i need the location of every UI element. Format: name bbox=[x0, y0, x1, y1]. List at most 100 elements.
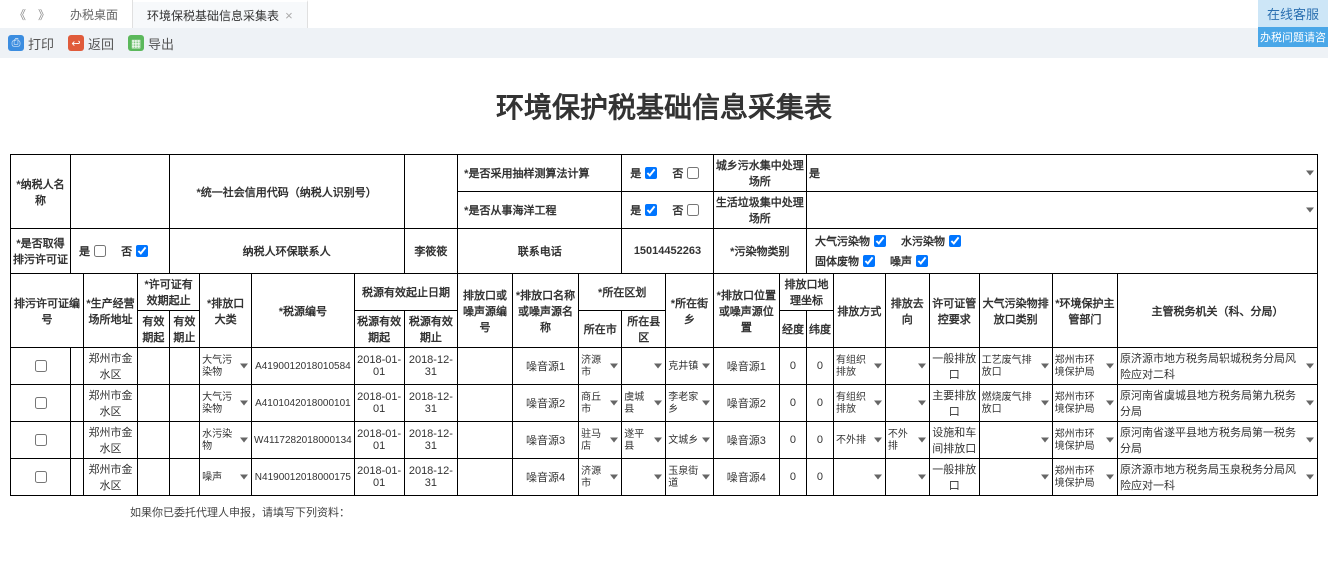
chk-ocean-yes[interactable] bbox=[645, 204, 657, 216]
cell-permit-no[interactable] bbox=[71, 348, 84, 385]
close-icon[interactable]: × bbox=[285, 8, 293, 23]
sel-air-type[interactable] bbox=[979, 422, 1052, 459]
cell-req[interactable]: 一般排放口 bbox=[929, 348, 979, 385]
cell-src-from[interactable]: 2018-01-01 bbox=[354, 422, 404, 459]
cell-pos[interactable]: 噪音源3 bbox=[713, 422, 779, 459]
cell-req[interactable]: 主要排放口 bbox=[929, 385, 979, 422]
sel-dept[interactable]: 郑州市环境保护局 bbox=[1052, 348, 1117, 385]
sel-county[interactable] bbox=[622, 459, 666, 496]
cell-permit-no[interactable] bbox=[71, 459, 84, 496]
sel-org[interactable]: 原济源市地方税务局轵城税务分局风险应对二科 bbox=[1118, 348, 1318, 385]
cell-pos[interactable]: 噪音源4 bbox=[713, 459, 779, 496]
inp-usci[interactable] bbox=[404, 155, 458, 229]
chk-row[interactable] bbox=[11, 422, 71, 459]
cell-srcno[interactable]: N4190012018000175 bbox=[252, 459, 355, 496]
sel-dir[interactable] bbox=[885, 385, 929, 422]
cell-eff-to[interactable] bbox=[169, 459, 200, 496]
cell-src-from[interactable]: 2018-01-01 bbox=[354, 385, 404, 422]
cell-addr[interactable]: 郑州市金水区 bbox=[83, 422, 137, 459]
cell-outlet-name[interactable]: 噪音源4 bbox=[512, 459, 578, 496]
sel-dir[interactable]: 不外排 bbox=[885, 422, 929, 459]
cell-src-from[interactable]: 2018-01-01 bbox=[354, 348, 404, 385]
cell-addr[interactable]: 郑州市金水区 bbox=[83, 459, 137, 496]
cell-outlet-no[interactable] bbox=[458, 385, 513, 422]
sel-mode[interactable]: 有组织排放 bbox=[833, 348, 885, 385]
val-env-contact[interactable]: 李筱筱 bbox=[404, 229, 458, 274]
chk-ocean-no[interactable] bbox=[687, 204, 699, 216]
sel-county[interactable]: 虞城县 bbox=[622, 385, 666, 422]
sel-dir[interactable] bbox=[885, 348, 929, 385]
inp-taxpayer-name[interactable] bbox=[71, 155, 170, 229]
tab-nav-right[interactable]: 》 bbox=[32, 6, 56, 23]
cell-lng[interactable]: 0 bbox=[779, 385, 806, 422]
cell-outlet-name[interactable]: 噪音源2 bbox=[512, 385, 578, 422]
online-service[interactable]: 在线客服 办税问题请咨 bbox=[1258, 0, 1328, 47]
cell-srcno[interactable]: W4117282018000134 bbox=[252, 422, 355, 459]
back-button[interactable]: ↩返回 bbox=[68, 34, 114, 53]
cell-lng[interactable]: 0 bbox=[779, 348, 806, 385]
cell-outlet-name[interactable]: 噪音源3 bbox=[512, 422, 578, 459]
chk-sampling-yes[interactable] bbox=[645, 167, 657, 179]
cell-eff-from[interactable] bbox=[138, 385, 170, 422]
sel-cat[interactable]: 大气污染物 bbox=[200, 385, 252, 422]
sel-cat[interactable]: 大气污染物 bbox=[200, 348, 252, 385]
cell-permit-no[interactable] bbox=[71, 422, 84, 459]
sel-mode[interactable] bbox=[833, 459, 885, 496]
sel-air-type[interactable]: 燃烧废气排放口 bbox=[979, 385, 1052, 422]
cell-addr[interactable]: 郑州市金水区 bbox=[83, 385, 137, 422]
sel-sewage-plant[interactable]: 是 bbox=[806, 155, 1317, 192]
chk-row[interactable] bbox=[11, 459, 71, 496]
chk-permit-no[interactable] bbox=[136, 245, 148, 257]
cell-req[interactable]: 设施和车间排放口 bbox=[929, 422, 979, 459]
chk-solid[interactable] bbox=[863, 255, 875, 267]
sel-county[interactable] bbox=[622, 348, 666, 385]
sel-cat[interactable]: 水污染物 bbox=[200, 422, 252, 459]
cell-outlet-no[interactable] bbox=[458, 422, 513, 459]
sel-mode[interactable]: 有组织排放 bbox=[833, 385, 885, 422]
cell-eff-from[interactable] bbox=[138, 348, 170, 385]
chk-water[interactable] bbox=[949, 235, 961, 247]
sel-town[interactable]: 克井镇 bbox=[666, 348, 713, 385]
cell-src-to[interactable]: 2018-12-31 bbox=[404, 385, 458, 422]
cell-outlet-name[interactable]: 噪音源1 bbox=[512, 348, 578, 385]
sel-city[interactable]: 驻马店 bbox=[579, 422, 622, 459]
cell-src-to[interactable]: 2018-12-31 bbox=[404, 459, 458, 496]
cell-outlet-no[interactable] bbox=[458, 459, 513, 496]
cell-eff-to[interactable] bbox=[169, 348, 200, 385]
sel-dept[interactable]: 郑州市环境保护局 bbox=[1052, 422, 1117, 459]
tab-desktop[interactable]: 办税桌面 bbox=[56, 0, 133, 28]
sel-org[interactable]: 原河南省遂平县地方税务局第一税务分局 bbox=[1118, 422, 1318, 459]
chk-air[interactable] bbox=[874, 235, 886, 247]
cell-pos[interactable]: 噪音源2 bbox=[713, 385, 779, 422]
cell-lat[interactable]: 0 bbox=[806, 422, 833, 459]
cell-lat[interactable]: 0 bbox=[806, 348, 833, 385]
sel-city[interactable]: 济源市 bbox=[579, 348, 622, 385]
chk-noise[interactable] bbox=[916, 255, 928, 267]
cell-srcno[interactable]: A4101042018000101 bbox=[252, 385, 355, 422]
cell-pos[interactable]: 噪音源1 bbox=[713, 348, 779, 385]
sel-county[interactable]: 遂平县 bbox=[622, 422, 666, 459]
sel-city[interactable]: 商丘市 bbox=[579, 385, 622, 422]
sel-org[interactable]: 原济源市地方税务局玉泉税务分局风险应对一科 bbox=[1118, 459, 1318, 496]
cell-src-to[interactable]: 2018-12-31 bbox=[404, 348, 458, 385]
sel-dir[interactable] bbox=[885, 459, 929, 496]
print-button[interactable]: ⎙打印 bbox=[8, 34, 54, 53]
cell-eff-from[interactable] bbox=[138, 459, 170, 496]
cell-lng[interactable]: 0 bbox=[779, 422, 806, 459]
sel-cat[interactable]: 噪声 bbox=[200, 459, 252, 496]
sel-mode[interactable]: 不外排 bbox=[833, 422, 885, 459]
tab-env-tax[interactable]: 环境保税基础信息采集表 × bbox=[133, 0, 308, 28]
cell-outlet-no[interactable] bbox=[458, 348, 513, 385]
chk-row[interactable] bbox=[11, 348, 71, 385]
sel-org[interactable]: 原河南省虞城县地方税务局第九税务分局 bbox=[1118, 385, 1318, 422]
chk-permit-yes[interactable] bbox=[94, 245, 106, 257]
cell-src-from[interactable]: 2018-01-01 bbox=[354, 459, 404, 496]
cell-eff-to[interactable] bbox=[169, 385, 200, 422]
val-phone[interactable]: 15014452263 bbox=[622, 229, 713, 274]
sel-dept[interactable]: 郑州市环境保护局 bbox=[1052, 385, 1117, 422]
sel-town[interactable]: 文城乡 bbox=[666, 422, 713, 459]
sel-town[interactable]: 玉泉街道 bbox=[666, 459, 713, 496]
sel-air-type[interactable]: 工艺废气排放口 bbox=[979, 348, 1052, 385]
cell-addr[interactable]: 郑州市金水区 bbox=[83, 348, 137, 385]
sel-air-type[interactable] bbox=[979, 459, 1052, 496]
